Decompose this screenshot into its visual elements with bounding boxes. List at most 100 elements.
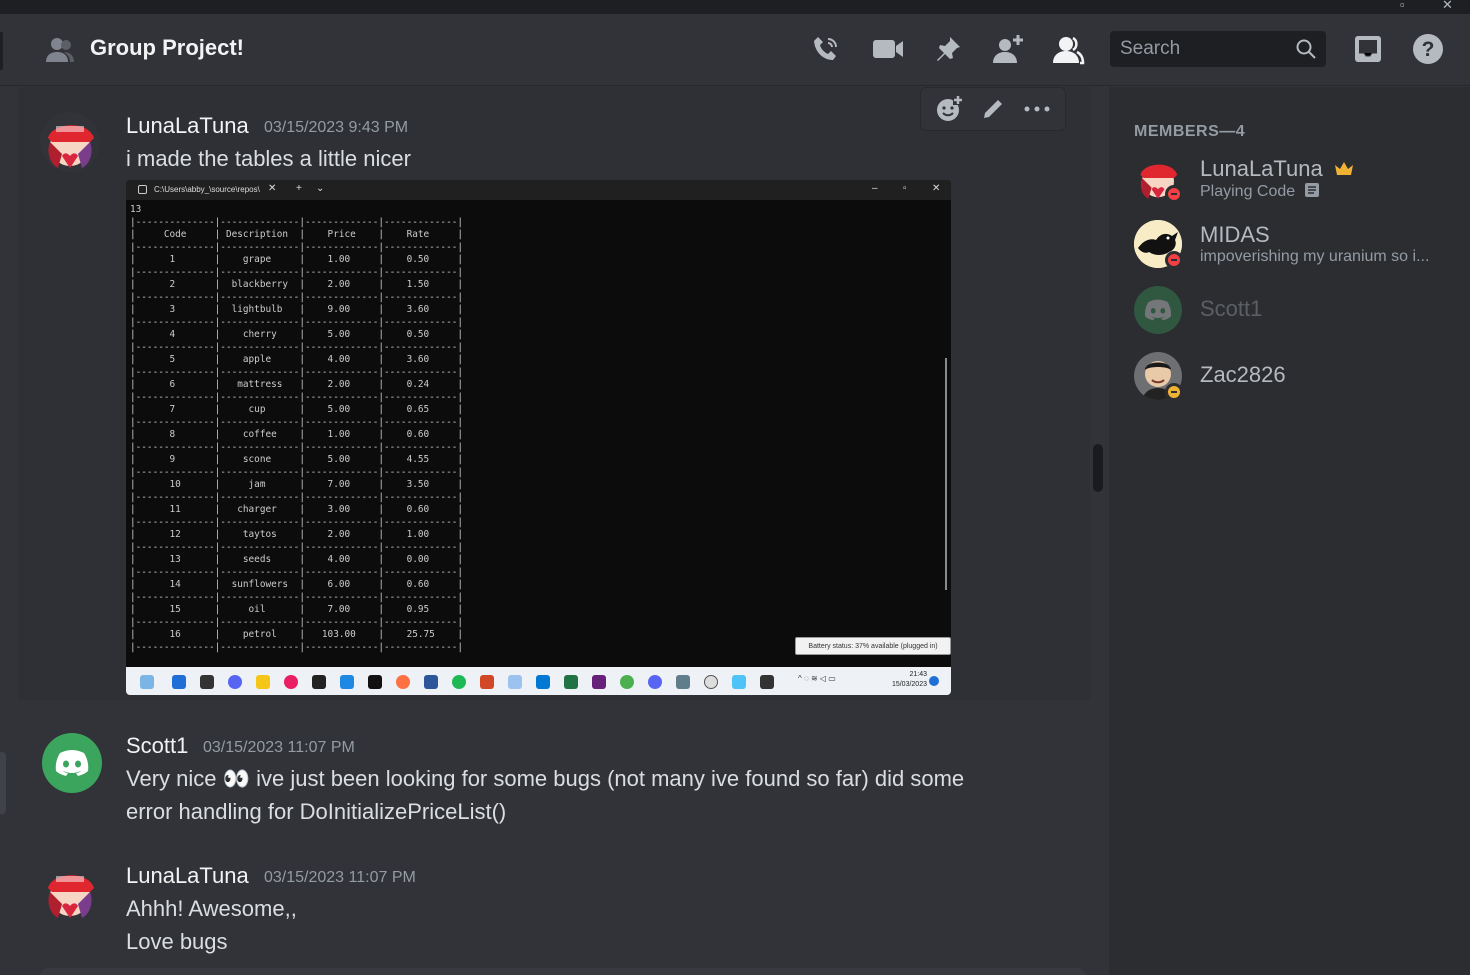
terminal-first-line: 13 xyxy=(130,204,142,215)
more-options-button[interactable] xyxy=(1019,91,1055,127)
visual-studio-icon xyxy=(592,675,606,689)
minimize-icon: – xyxy=(872,183,878,194)
table-separator: |--------------|--------------|---------… xyxy=(130,241,464,253)
table-row: | 12 | taytos | 2.00 | 1.00 | xyxy=(130,529,464,540)
discord-icon xyxy=(648,675,662,689)
table-row: | 7 | cup | 5.00 | 0.65 | xyxy=(130,404,464,415)
inbox-button[interactable] xyxy=(1350,31,1386,67)
table-row: | 5 | apple | 4.00 | 3.60 | xyxy=(130,354,464,365)
table-separator: |--------------|--------------|---------… xyxy=(130,291,464,303)
help-button[interactable]: ? xyxy=(1410,31,1446,67)
start-video-call-button[interactable] xyxy=(870,31,906,67)
table-row: | 14 | sunflowers | 6.00 | 0.60 | xyxy=(130,579,464,590)
table-row: | 8 | coffee | 1.00 | 0.60 | xyxy=(130,429,464,440)
luna-avatar-image xyxy=(40,862,100,922)
message-text: Love bugs xyxy=(126,929,228,954)
table-separator: |--------------|--------------|---------… xyxy=(130,416,464,428)
avatar[interactable] xyxy=(40,112,100,172)
idle-status-icon xyxy=(1165,383,1183,401)
table-row: | 13 | seeds | 4.00 | 0.00 | xyxy=(130,554,464,565)
restore-icon: ▫ xyxy=(903,183,907,194)
table-separator: |--------------|--------------|---------… xyxy=(130,641,464,653)
more-dots-icon xyxy=(1024,106,1050,112)
table-separator: |--------------|--------------|---------… xyxy=(130,516,464,528)
start-voice-call-button[interactable] xyxy=(808,31,844,67)
search-icon xyxy=(1296,39,1316,59)
member-list-toggle[interactable] xyxy=(1050,31,1086,67)
add-user-icon xyxy=(993,35,1023,63)
add-friends-button[interactable] xyxy=(990,31,1026,67)
member-activity: impoverishing my uranium so i... xyxy=(1200,248,1430,265)
table-row: | 10 | jam | 7.00 | 3.50 | xyxy=(130,479,464,490)
table-separator: |--------------|--------------|---------… xyxy=(130,216,464,228)
discord-logo-icon xyxy=(55,750,89,776)
member-item-scott1[interactable]: Scott1 xyxy=(1126,280,1461,342)
emoji-icon xyxy=(704,675,718,689)
server-pill xyxy=(0,752,6,814)
pin-icon xyxy=(937,37,960,61)
table-separator: |--------------|--------------|---------… xyxy=(130,341,464,353)
table-row: | 2 | blackberry | 2.00 | 1.50 | xyxy=(130,279,464,290)
message-input-edge[interactable] xyxy=(40,968,1085,975)
member-item-lunalatuna[interactable]: LunaLaTuna Playing Code xyxy=(1126,148,1461,210)
member-name: Zac2826 xyxy=(1200,362,1286,387)
chrome-icon xyxy=(620,675,634,689)
crown-icon xyxy=(1335,162,1353,175)
table-separator: |--------------|--------------|---------… xyxy=(130,566,464,578)
message-author[interactable]: Scott1 xyxy=(126,733,188,759)
pencil-icon xyxy=(984,100,1002,118)
member-item-midas[interactable]: MIDAS impoverishing my uranium so i... xyxy=(1126,214,1461,276)
tab-close-icon: ✕ xyxy=(268,183,277,194)
search-input[interactable] xyxy=(1120,38,1290,60)
add-reaction-button[interactable] xyxy=(931,91,967,127)
pinned-messages-button[interactable] xyxy=(930,31,966,67)
channel-title: Group Project! xyxy=(90,35,245,60)
table-separator: |--------------|--------------|---------… xyxy=(130,491,464,503)
table-separator: |--------------|--------------|---------… xyxy=(130,366,464,378)
table-separator: |--------------|--------------|---------… xyxy=(130,591,464,603)
message-author[interactable]: LunaLaTuna xyxy=(126,863,249,889)
close-icon[interactable]: ✕ xyxy=(1442,0,1453,13)
rich-presence-icon xyxy=(1304,183,1319,197)
inbox-icon xyxy=(1355,36,1381,62)
firefox-icon xyxy=(396,675,410,689)
table-separator: |--------------|--------------|---------… xyxy=(130,441,464,453)
table-row: | 9 | scone | 5.00 | 4.55 | xyxy=(130,454,464,465)
cmd-icon xyxy=(760,675,774,689)
terminal-app-icon xyxy=(368,675,382,689)
edit-message-button[interactable] xyxy=(975,91,1011,127)
vscode-icon xyxy=(340,675,354,689)
avatar[interactable] xyxy=(40,862,100,922)
new-tab-icon: + xyxy=(296,183,302,194)
table-row: | 3 | lightbulb | 9.00 | 3.60 | xyxy=(130,304,464,315)
table-header-row: | Code | Description | Price | Rate | xyxy=(130,229,464,240)
table-separator: |--------------|--------------|---------… xyxy=(130,391,464,403)
member-activity-text: Playing Code xyxy=(1200,183,1296,200)
table-separator: |--------------|--------------|---------… xyxy=(130,541,464,553)
members-heading: MEMBERS—4 xyxy=(1134,123,1246,140)
search-bar[interactable] xyxy=(1110,31,1326,67)
weather-icon xyxy=(140,675,154,689)
member-name: MIDAS xyxy=(1200,222,1270,247)
avatar[interactable] xyxy=(42,733,102,793)
table-row: | 1 | grape | 1.00 | 0.50 | xyxy=(130,254,464,265)
maximize-icon[interactable]: ▫ xyxy=(1400,0,1405,12)
message-text: Very nice 👀 ive just been looking for so… xyxy=(126,766,965,791)
chat-icon xyxy=(228,675,242,689)
table-row: | 6 | mattress | 2.00 | 0.24 | xyxy=(130,379,464,390)
image-attachment[interactable]: C:\Users\abby_\source\repos\ ✕ + ⌄ – ▫ ✕… xyxy=(126,180,951,695)
add-reaction-icon xyxy=(937,95,963,121)
table-separator: |--------------|--------------|---------… xyxy=(130,266,464,278)
member-item-zac2826[interactable]: Zac2826 xyxy=(1126,346,1461,408)
message-author[interactable]: LunaLaTuna xyxy=(126,113,249,139)
windows-start-icon xyxy=(172,675,186,689)
file-explorer-icon xyxy=(256,675,270,689)
dnd-status-icon xyxy=(1165,185,1183,203)
calculator-icon xyxy=(676,675,690,689)
excel-icon xyxy=(564,675,578,689)
window-close-icon: ✕ xyxy=(932,183,941,194)
chat-scrollbar-thumb[interactable] xyxy=(1093,444,1103,492)
svg-text:?: ? xyxy=(1422,38,1435,61)
group-dm-icon xyxy=(46,38,74,62)
battery-tooltip: Battery status: 37% available (plugged i… xyxy=(795,637,951,655)
